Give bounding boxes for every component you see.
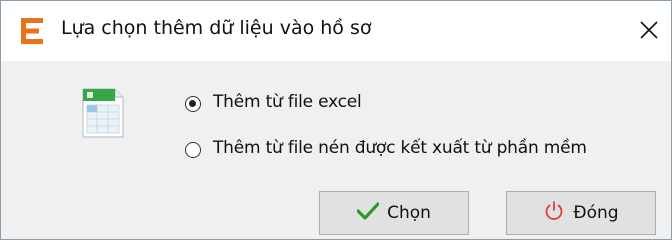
checkmark-icon: [356, 202, 380, 224]
close-dialog-button[interactable]: Đóng: [506, 191, 656, 235]
choose-button-content: Chọn: [320, 192, 468, 234]
close-button[interactable]: [627, 1, 671, 61]
choose-button-label: Chọn: [387, 203, 431, 223]
dialog-title: Lựa chọn thêm dữ liệu vào hồ sơ: [61, 17, 372, 39]
close-dialog-button-content: Đóng: [507, 192, 655, 234]
dialog-window: Lựa chọn thêm dữ liệu vào hồ sơ Thêm từ …: [0, 0, 672, 240]
excel-file-icon: [81, 87, 125, 139]
radio-button-unselected[interactable]: [185, 142, 201, 158]
close-dialog-button-label: Đóng: [573, 203, 619, 223]
radio-dot: [189, 100, 196, 107]
power-icon: [543, 200, 565, 226]
radio-label-excel[interactable]: Thêm từ file excel: [213, 92, 362, 112]
radio-label-compressed-file[interactable]: Thêm từ file nén được kết xuất từ phần m…: [213, 138, 587, 158]
title-bar[interactable]: Lựa chọn thêm dữ liệu vào hồ sơ: [1, 1, 671, 61]
app-e-logo-icon: [21, 18, 43, 44]
close-icon: [640, 21, 658, 39]
choose-button[interactable]: Chọn: [319, 191, 469, 235]
radio-button-selected[interactable]: [185, 96, 201, 112]
